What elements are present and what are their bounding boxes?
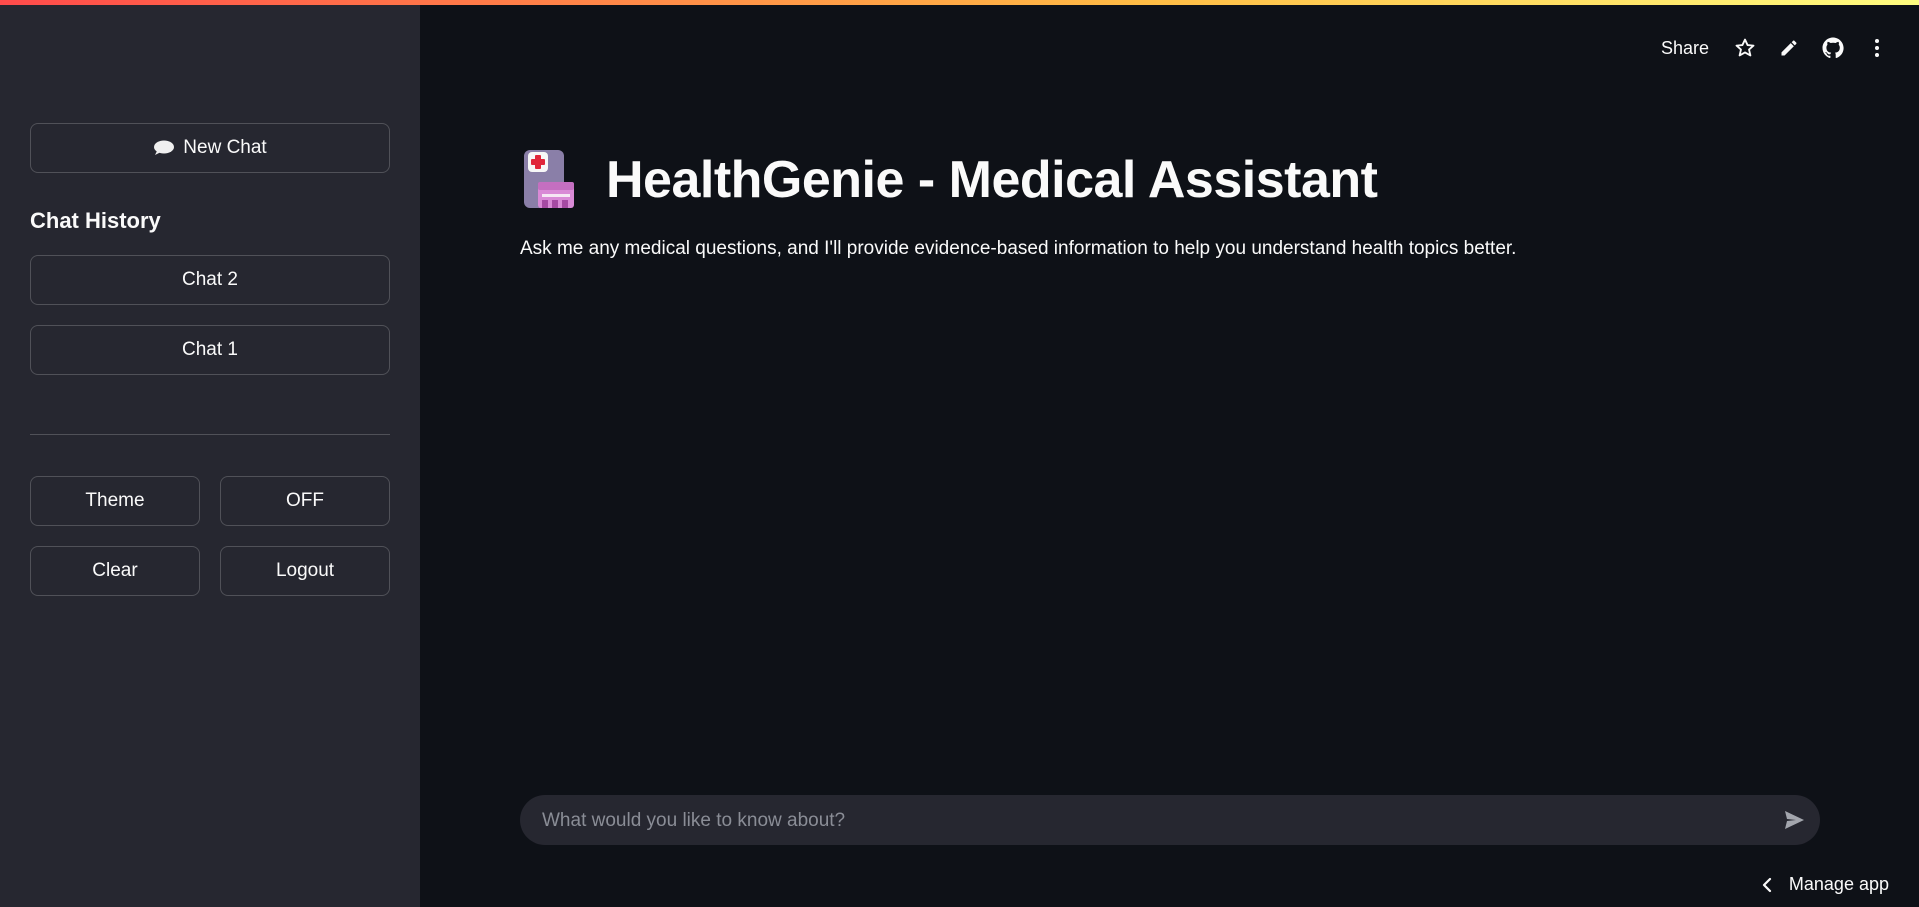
chat-history-label: Chat 2 [182,269,238,290]
top-decoration-bar [0,0,1919,5]
page-title: HealthGenie - Medical Assistant [606,151,1378,209]
chat-history-label: Chat 1 [182,339,238,360]
share-button[interactable]: Share [1661,38,1709,59]
chat-input[interactable] [540,795,1744,847]
speech-bubble-icon [154,140,175,155]
chat-history-item[interactable]: Chat 2 [30,255,390,305]
manage-app-button[interactable]: Manage app [1761,874,1889,895]
chevron-left-icon [1762,877,1772,892]
sidebar-divider [30,434,390,435]
sidebar: New Chat Chat History Chat 2 Chat 1 Them… [0,0,420,907]
clear-button[interactable]: Clear [30,546,200,596]
chat-history-heading: Chat History [30,208,161,233]
theme-button[interactable]: Theme [30,476,200,526]
logout-label: Logout [275,560,335,581]
chat-history-item[interactable]: Chat 1 [30,325,390,375]
new-chat-button[interactable]: New Chat [30,123,390,173]
github-icon[interactable] [1821,36,1845,60]
hospital-icon [524,150,574,208]
new-chat-label: New Chat [183,137,267,158]
clear-label: Clear [92,560,138,581]
header-toolbar: Share [1661,30,1889,66]
theme-label: Theme [85,490,145,511]
chat-input-container [520,795,1820,847]
send-icon[interactable] [1782,808,1806,832]
manage-app-label: Manage app [1788,874,1889,894]
logout-button[interactable]: Logout [220,546,390,596]
pencil-icon[interactable] [1777,36,1801,60]
more-vert-icon[interactable] [1865,36,1889,60]
toggle-label: OFF [286,490,324,511]
title-row: HealthGenie - Medical Assistant [520,150,1378,210]
theme-toggle-button[interactable]: OFF [220,476,390,526]
star-icon[interactable] [1733,36,1757,60]
page-subtitle: Ask me any medical questions, and I'll p… [520,238,1517,259]
